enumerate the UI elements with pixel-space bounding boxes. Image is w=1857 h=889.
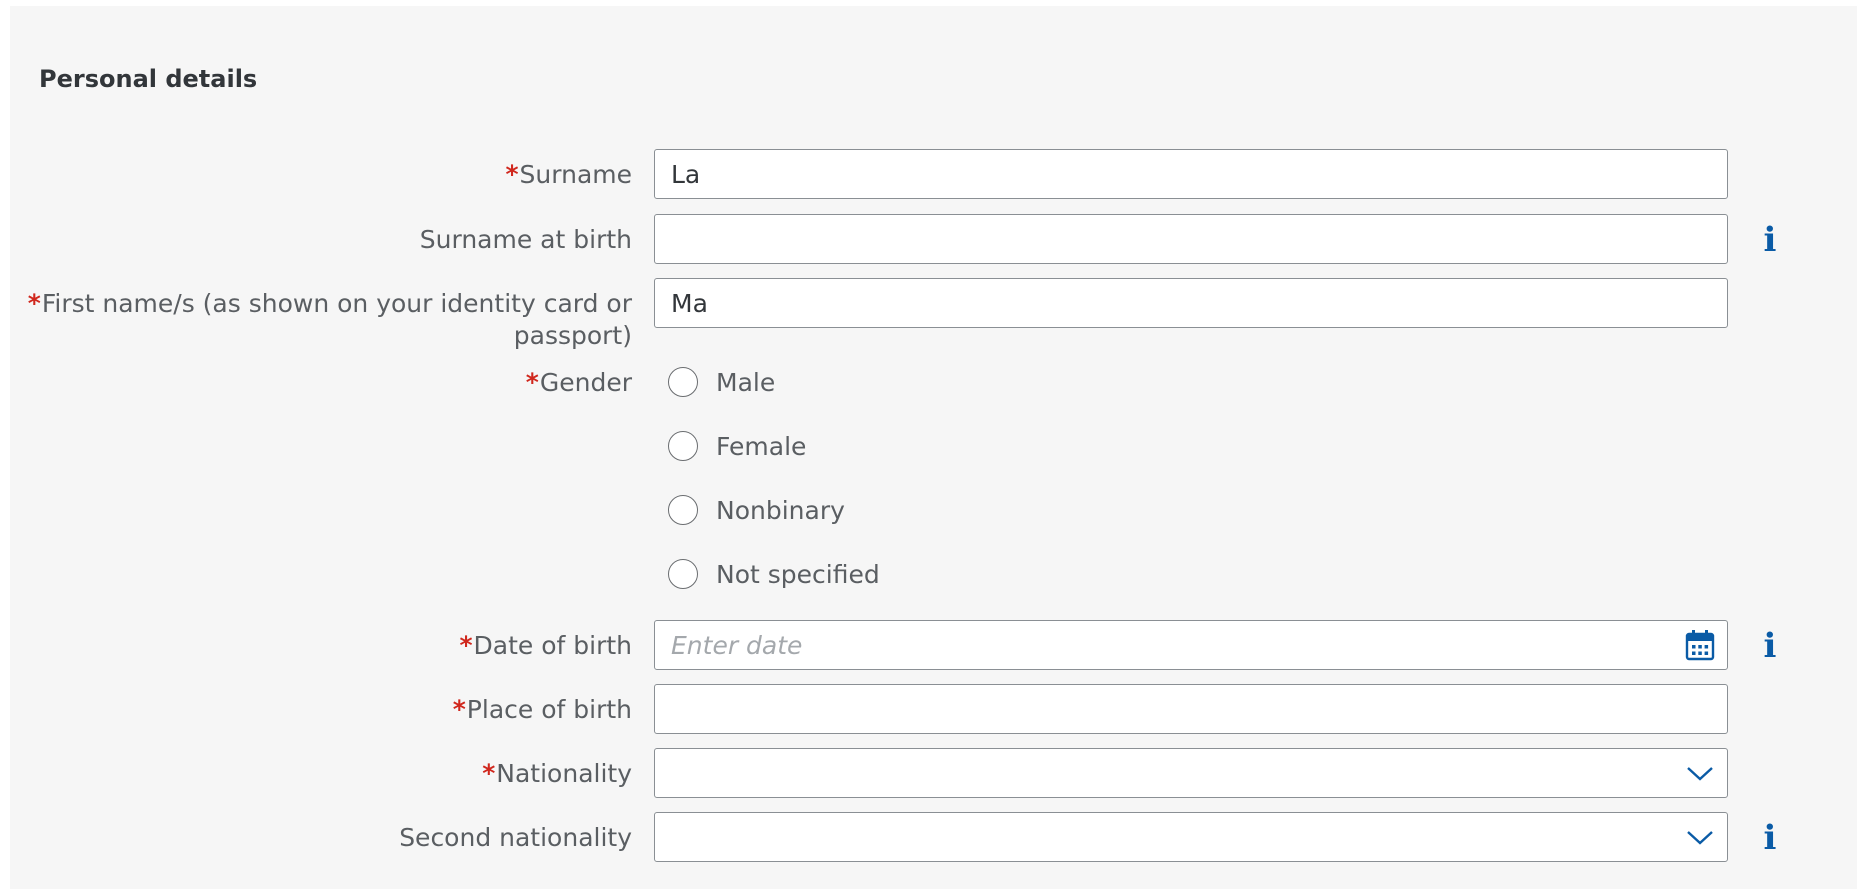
- chevron-down-icon[interactable]: [1684, 821, 1716, 853]
- second-nationality-input[interactable]: [654, 812, 1728, 862]
- date-of-birth-info-icon[interactable]: i: [1760, 626, 1780, 666]
- surname-input[interactable]: [654, 149, 1728, 199]
- nationality-label: *Nationality: [482, 759, 632, 788]
- first-names-input[interactable]: [654, 278, 1728, 328]
- chevron-down-icon[interactable]: [1684, 757, 1716, 789]
- surname-label: *Surname: [505, 160, 632, 189]
- gender-radio-female[interactable]: Female: [668, 426, 806, 466]
- gender-radio-male[interactable]: Male: [668, 362, 775, 402]
- nationality-select[interactable]: [654, 748, 1728, 798]
- radio-circle[interactable]: [668, 559, 698, 589]
- place-of-birth-label: *Place of birth: [452, 695, 632, 724]
- personal-details-panel: Personal details *Surname Surname at bir…: [10, 6, 1857, 889]
- date-of-birth-label: *Date of birth: [459, 631, 632, 660]
- radio-circle[interactable]: [668, 367, 698, 397]
- required-marker: *: [452, 695, 466, 724]
- radio-circle[interactable]: [668, 431, 698, 461]
- first-names-label: *First name/s (as shown on your identity…: [27, 289, 632, 350]
- radio-label: Male: [716, 367, 776, 397]
- radio-label: Female: [716, 431, 807, 461]
- required-marker: *: [482, 759, 496, 788]
- second-nationality-info-icon[interactable]: i: [1760, 818, 1780, 858]
- radio-circle[interactable]: [668, 495, 698, 525]
- calendar-icon[interactable]: [1684, 629, 1716, 661]
- surname-at-birth-info-icon[interactable]: i: [1760, 220, 1780, 260]
- required-marker: *: [27, 289, 41, 318]
- date-of-birth-picker: [654, 620, 1728, 670]
- nationality-input[interactable]: [654, 748, 1728, 798]
- required-marker: *: [505, 160, 519, 189]
- gender-label: *Gender: [525, 368, 632, 397]
- gender-radio-not-specified[interactable]: Not specified: [668, 554, 880, 594]
- surname-at-birth-input[interactable]: [654, 214, 1728, 264]
- second-nationality-label: Second nationality: [399, 823, 632, 852]
- place-of-birth-input[interactable]: [654, 684, 1728, 734]
- radio-label: Not specified: [716, 559, 880, 589]
- radio-label: Nonbinary: [716, 495, 845, 525]
- surname-at-birth-label: Surname at birth: [419, 225, 632, 254]
- required-marker: *: [459, 631, 473, 660]
- second-nationality-select[interactable]: [654, 812, 1728, 862]
- section-title: Personal details: [39, 65, 258, 93]
- gender-radio-nonbinary[interactable]: Nonbinary: [668, 490, 845, 530]
- date-of-birth-input[interactable]: [654, 620, 1728, 670]
- required-marker: *: [525, 368, 539, 397]
